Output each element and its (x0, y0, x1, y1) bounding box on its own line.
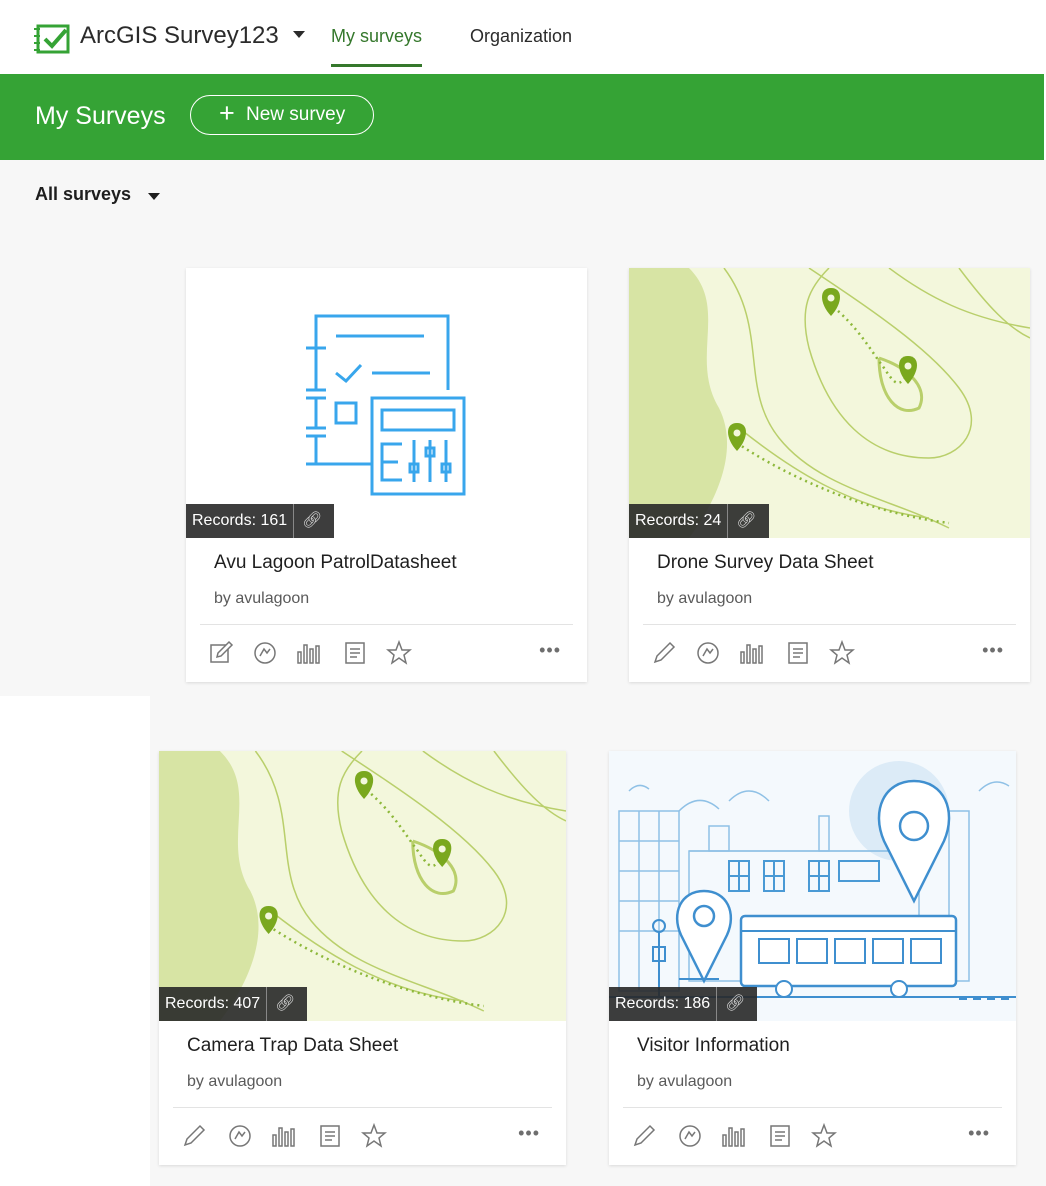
analyze-icon[interactable] (739, 640, 765, 666)
survey-owner: by avulagoon (214, 590, 310, 607)
analyze-icon[interactable] (721, 1123, 747, 1149)
records-count: Records: 186 (615, 995, 711, 1012)
survey-owner: by avulagoon (187, 1073, 283, 1090)
survey-thumbnail[interactable] (159, 751, 566, 1021)
survey-title[interactable]: Avu Lagoon PatrolDatasheet (214, 552, 457, 574)
link-icon[interactable]: 🔗︎ (293, 504, 322, 538)
data-icon[interactable] (767, 1123, 793, 1149)
page-title: My Surveys (35, 102, 166, 130)
favorite-icon[interactable] (829, 640, 855, 666)
survey-owner: by avulagoon (657, 590, 753, 607)
survey-thumbnail[interactable] (629, 268, 1030, 538)
survey-thumbnail[interactable] (186, 268, 587, 538)
records-count: Records: 161 (192, 512, 288, 529)
more-options-button[interactable]: ••• (982, 640, 1004, 661)
card-divider (643, 624, 1016, 625)
form-illustration-icon (186, 268, 587, 538)
collect-icon[interactable] (227, 1123, 253, 1149)
edit-icon[interactable] (651, 640, 677, 666)
analyze-icon[interactable] (296, 640, 322, 666)
collect-icon[interactable] (252, 640, 278, 666)
link-icon[interactable]: 🔗︎ (716, 987, 745, 1021)
records-count-badge: Records: 186 🔗︎ (609, 987, 758, 1021)
favorite-icon[interactable] (386, 640, 412, 666)
favorite-icon[interactable] (361, 1123, 387, 1149)
survey-thumbnail[interactable] (609, 751, 1016, 1021)
survey-card[interactable]: Records: 24 🔗︎ Drone Survey Data Sheet by… (629, 268, 1030, 682)
survey123-logo-icon[interactable] (34, 22, 70, 54)
survey-title[interactable]: Drone Survey Data Sheet (657, 552, 874, 574)
favorite-icon[interactable] (811, 1123, 837, 1149)
plus-icon: + (219, 98, 235, 128)
survey-filter-dropdown[interactable]: All surveys (35, 184, 131, 205)
collect-icon[interactable] (677, 1123, 703, 1149)
topographic-map-icon (629, 268, 1030, 538)
survey-title[interactable]: Visitor Information (637, 1035, 790, 1057)
analyze-icon[interactable] (271, 1123, 297, 1149)
records-count-badge: Records: 161 🔗︎ (186, 504, 335, 538)
edit-icon[interactable] (181, 1123, 207, 1149)
topographic-map-icon (159, 751, 566, 1021)
records-count: Records: 407 (165, 995, 261, 1012)
card-divider (200, 624, 573, 625)
survey-title[interactable]: Camera Trap Data Sheet (187, 1035, 398, 1057)
caret-down-icon[interactable] (148, 193, 160, 200)
survey-card[interactable]: Records: 186 🔗︎ Visitor Information by av… (609, 751, 1016, 1165)
edit-icon[interactable] (208, 640, 234, 666)
page-header-banner: My Surveys + New survey (0, 74, 1044, 160)
more-options-button[interactable]: ••• (968, 1123, 990, 1144)
card-divider (173, 1107, 552, 1108)
card-divider (623, 1107, 1002, 1108)
app-menu-caret-icon[interactable] (293, 31, 305, 38)
top-navigation-bar: ArcGIS Survey123 My surveys Organization (0, 0, 1046, 74)
data-icon[interactable] (785, 640, 811, 666)
survey-card[interactable]: Records: 161 🔗︎ Avu Lagoon PatrolDatashee… (186, 268, 587, 682)
app-name[interactable]: ArcGIS Survey123 (80, 22, 279, 50)
tab-my-surveys[interactable]: My surveys (331, 26, 423, 67)
link-icon[interactable]: 🔗︎ (266, 987, 295, 1021)
records-count: Records: 24 (635, 512, 722, 529)
more-options-button[interactable]: ••• (518, 1123, 540, 1144)
city-bus-illustration-icon (609, 751, 1016, 1021)
records-count-badge: Records: 407 🔗︎ (159, 987, 308, 1021)
survey-owner: by avulagoon (637, 1073, 733, 1090)
new-survey-label: New survey (246, 104, 346, 125)
data-icon[interactable] (342, 640, 368, 666)
new-survey-button[interactable]: + New survey (190, 95, 374, 135)
records-count-badge: Records: 24 🔗︎ (629, 504, 769, 538)
more-options-button[interactable]: ••• (539, 640, 561, 661)
collect-icon[interactable] (695, 640, 721, 666)
edit-icon[interactable] (631, 1123, 657, 1149)
data-icon[interactable] (317, 1123, 343, 1149)
survey-card[interactable]: Records: 407 🔗︎ Camera Trap Data Sheet by… (159, 751, 566, 1165)
link-icon[interactable]: 🔗︎ (727, 504, 757, 538)
tab-organization[interactable]: Organization (470, 26, 572, 47)
